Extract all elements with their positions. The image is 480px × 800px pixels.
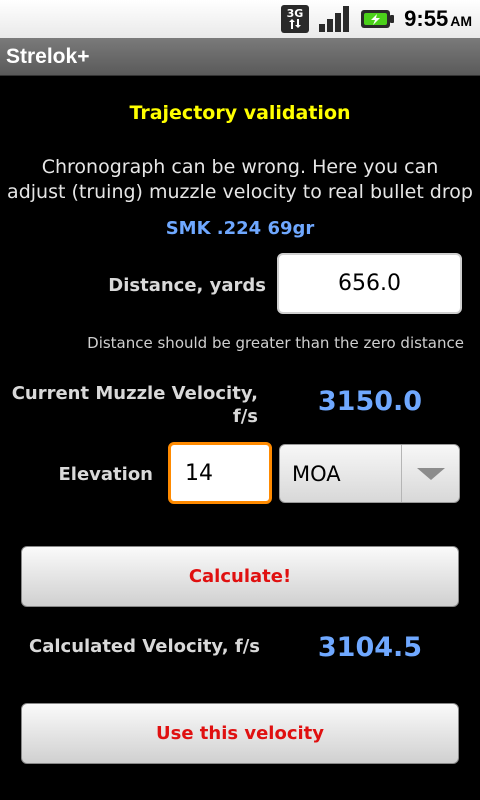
muzzle-velocity-label-line-2: f/s: [232, 406, 258, 427]
signal-icon: [318, 4, 352, 34]
svg-text:3G: 3G: [287, 7, 304, 20]
calculate-button-label: Calculate!: [188, 566, 292, 587]
status-bar: 3G 9:55 AM: [0, 0, 480, 38]
calculated-velocity-label: Calculated Velocity, f/s: [29, 636, 260, 657]
calculated-velocity-value: 3104.5: [317, 632, 423, 663]
distance-input-value: 656.0: [338, 271, 401, 296]
3g-data-icon: 3G: [280, 4, 310, 34]
distance-input[interactable]: 656.0: [277, 253, 462, 314]
elevation-label: Elevation: [58, 464, 153, 485]
clock-time: 9:55: [404, 6, 449, 31]
battery-charging-icon: [360, 7, 396, 31]
bullet-name: SMK .224 69gr: [165, 218, 315, 239]
page-title: Trajectory validation: [129, 102, 351, 124]
app-title-bar: Strelok+: [0, 38, 480, 76]
muzzle-velocity-label: Current Muzzle Velocity, f/s: [10, 382, 258, 428]
description-line-1: Chronograph can be wrong. Here you can: [41, 156, 439, 178]
elevation-unit-select[interactable]: MOA: [279, 444, 460, 503]
use-velocity-button[interactable]: Use this velocity: [21, 703, 459, 764]
muzzle-velocity-label-line-1: Current Muzzle Velocity,: [11, 383, 258, 404]
description-line-2: adjust (truing) muzzle velocity to real …: [7, 181, 473, 203]
clock-ampm: AM: [450, 13, 472, 29]
elevation-input[interactable]: 14: [168, 442, 272, 504]
calculate-button[interactable]: Calculate!: [21, 546, 459, 607]
app-title: Strelok+: [6, 44, 90, 68]
distance-label: Distance, yards: [108, 275, 266, 296]
use-velocity-button-label: Use this velocity: [155, 723, 325, 744]
description: Chronograph can be wrong. Here you can a…: [0, 155, 480, 205]
muzzle-velocity-value: 3150.0: [317, 386, 423, 417]
elevation-input-value: 14: [185, 460, 213, 486]
clock: 9:55 AM: [404, 6, 472, 32]
distance-hint: Distance should be greater than the zero…: [87, 334, 464, 352]
elevation-unit-value: MOA: [292, 461, 341, 486]
dropdown-arrow-icon: [401, 445, 459, 502]
